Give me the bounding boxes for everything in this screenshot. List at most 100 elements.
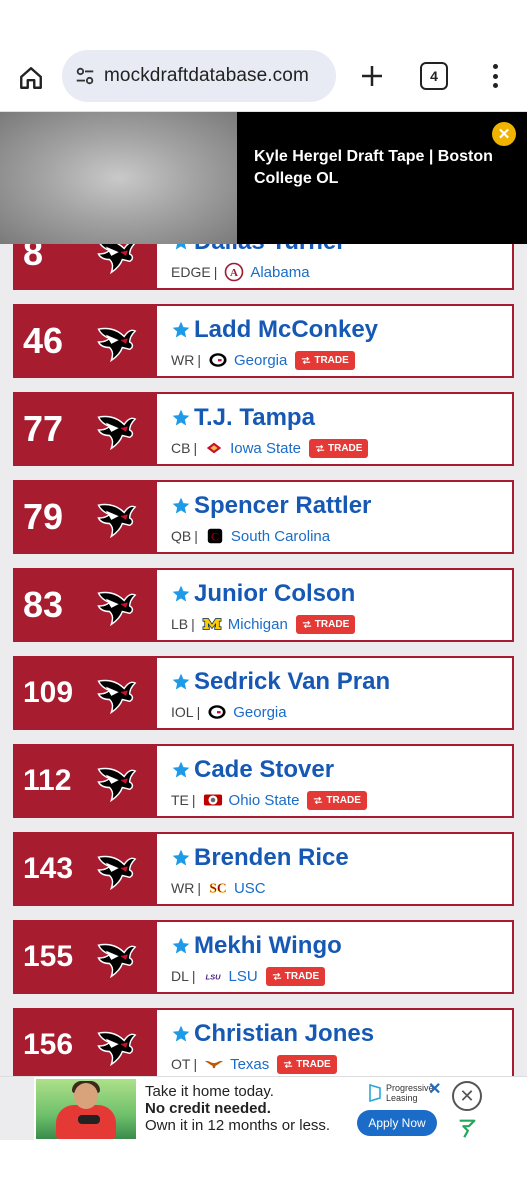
trade-badge[interactable]: TRADE (295, 350, 355, 370)
pick-row[interactable]: 8 Dallas Turner EDGE| A Alabama (13, 244, 514, 290)
site-settings-icon[interactable] (74, 65, 96, 87)
pick-row[interactable]: 112 Cade Stover TE | Ohio State TRADE (13, 744, 514, 818)
star-icon[interactable] (171, 496, 191, 516)
school-link[interactable]: Georgia (233, 704, 286, 721)
alabama-logo-icon: A (224, 262, 244, 282)
pick-number-box: 46 (15, 306, 157, 376)
ad-dismiss-icon[interactable]: ✕ (428, 1079, 441, 1099)
apply-now-button[interactable]: Apply Now (357, 1110, 437, 1136)
pick-row[interactable]: 79 Spencer Rattler QB | C South Carolina (13, 480, 514, 554)
player-position: OT (171, 1056, 191, 1072)
player-position: LB (171, 616, 189, 632)
star-icon[interactable] (171, 244, 191, 252)
player-name-link[interactable]: Brenden Rice (194, 844, 349, 872)
bottom-banner-ad[interactable]: Take it home today. No credit needed. Ow… (0, 1076, 527, 1141)
player-name-link[interactable]: T.J. Tampa (194, 404, 315, 432)
separator: | (196, 704, 201, 720)
star-icon[interactable] (171, 320, 191, 340)
ad-left-gap (0, 1077, 34, 1141)
trade-badge[interactable]: TRADE (265, 966, 326, 986)
pick-row[interactable]: 77 T.J. Tampa CB | Iowa State TRADE (13, 392, 514, 466)
separator: | (193, 1056, 198, 1072)
player-info: Sedrick Van Pran IOL | Georgia (171, 664, 511, 724)
pick-number: 109 (23, 676, 74, 709)
home-icon (20, 67, 42, 89)
pick-row[interactable]: 46 Ladd McConkey WR | Georgia TRADE (13, 304, 514, 378)
player-position: TE (171, 792, 189, 808)
school-link[interactable]: LSU (229, 968, 258, 985)
pick-number-box: 109 (15, 658, 157, 728)
pick-row[interactable]: 155 Mekhi Wingo DL | LSU LSU TRADE (13, 920, 514, 994)
url-text: mockdraftdatabase.com (104, 65, 309, 86)
pick-number: 155 (23, 940, 74, 973)
video-close-button[interactable]: ✕ (492, 122, 516, 146)
texas-logo-icon (204, 1055, 224, 1073)
video-ad[interactable]: Kyle Hergel Draft Tape | Boston College … (0, 112, 527, 244)
school-link[interactable]: USC (234, 880, 266, 897)
player-name-link[interactable]: Cade Stover (194, 756, 334, 784)
ad-line-3: Own it in 12 months or less. (145, 1117, 331, 1134)
school-link[interactable]: Michigan (228, 616, 288, 633)
svg-text:SC: SC (209, 881, 226, 896)
school-link[interactable]: Alabama (250, 264, 309, 281)
school-link[interactable]: Texas (230, 1056, 269, 1073)
player-info: Cade Stover TE | Ohio State TRADE (171, 752, 511, 812)
separator: | (197, 352, 201, 368)
pick-row[interactable]: 143 Brenden Rice WR | SC USC (13, 832, 514, 906)
player-name-link[interactable]: Dallas Turner (194, 244, 346, 256)
ad-image[interactable] (36, 1079, 136, 1139)
close-ad-button[interactable]: ✕ (452, 1081, 482, 1111)
pick-number: 112 (23, 764, 72, 797)
ad-line-1: Take it home today. (145, 1083, 274, 1100)
separator: | (191, 616, 195, 632)
player-info: Brenden Rice WR | SC USC (171, 840, 511, 900)
tab-switcher-button[interactable]: 4 (420, 62, 448, 90)
ad-choices-icon[interactable] (456, 1117, 478, 1139)
pick-number-box: 143 (15, 834, 157, 904)
pick-row[interactable]: 156 Christian Jones OT | Texas TRADE (13, 1008, 514, 1076)
trade-badge[interactable]: TRADE (307, 790, 367, 810)
star-icon[interactable] (171, 584, 191, 604)
trade-badge[interactable]: TRADE (277, 1054, 337, 1074)
player-name-link[interactable]: Spencer Rattler (194, 492, 371, 520)
georgia-logo-icon (208, 351, 228, 369)
star-icon[interactable] (171, 1024, 191, 1044)
school-link[interactable]: Iowa State (230, 440, 301, 457)
trade-arrows-icon (283, 1060, 293, 1069)
ohio-state-logo-icon (203, 791, 223, 809)
pick-list: 8Dallas TurnerEDGE|AAlabama46Ladd McConk… (0, 244, 527, 1076)
school-link[interactable]: South Carolina (231, 528, 330, 545)
player-info: T.J. Tampa CB | Iowa State TRADE (171, 400, 511, 460)
pick-number-box: 112 (15, 746, 157, 816)
player-name-link[interactable]: Junior Colson (194, 580, 355, 608)
player-name-link[interactable]: Christian Jones (194, 1020, 374, 1048)
ad-text[interactable]: Take it home today. No credit needed. Ow… (145, 1083, 330, 1134)
new-tab-button[interactable] (356, 60, 388, 92)
home-button[interactable] (14, 62, 48, 94)
video-thumbnail[interactable] (0, 112, 237, 244)
trade-badge[interactable]: TRADE (295, 614, 356, 634)
star-icon[interactable] (171, 936, 191, 956)
school-link[interactable]: Georgia (234, 352, 287, 369)
player-info: Dallas Turner EDGE| A Alabama (171, 244, 511, 284)
school-link[interactable]: Ohio State (229, 792, 300, 809)
trade-badge[interactable]: TRADE (308, 438, 369, 458)
star-icon[interactable] (171, 672, 191, 692)
address-bar[interactable]: mockdraftdatabase.com (62, 50, 336, 102)
player-name-link[interactable]: Mekhi Wingo (194, 932, 342, 960)
more-menu-button[interactable] (482, 60, 508, 92)
star-icon[interactable] (171, 760, 191, 780)
player-info: Christian Jones OT | Texas TRADE (171, 1016, 511, 1076)
player-info: Ladd McConkey WR | Georgia TRADE (171, 312, 511, 372)
pick-row[interactable]: 109 Sedrick Van Pran IOL | Georgia (13, 656, 514, 730)
svg-text:C: C (211, 531, 219, 544)
falcons-logo-icon (93, 320, 137, 364)
player-name-link[interactable]: Sedrick Van Pran (194, 668, 390, 696)
trade-arrows-icon (302, 620, 312, 629)
star-icon[interactable] (171, 848, 191, 868)
player-name-link[interactable]: Ladd McConkey (194, 316, 378, 344)
pick-number-box: 156 (15, 1010, 157, 1076)
pick-row[interactable]: 83 Junior Colson LB | Michigan TRADE (13, 568, 514, 642)
star-icon[interactable] (171, 408, 191, 428)
separator: | (191, 968, 196, 984)
